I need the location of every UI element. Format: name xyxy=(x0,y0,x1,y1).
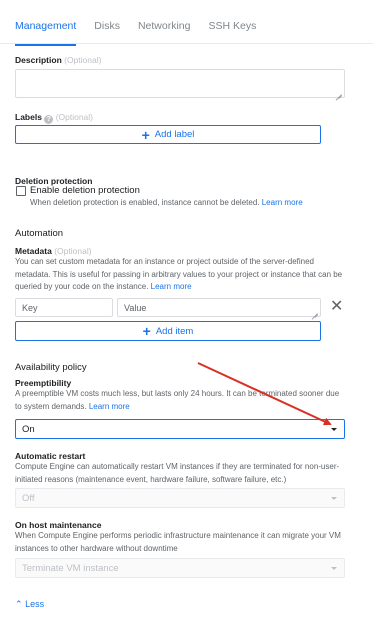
chevron-down-icon xyxy=(331,497,337,500)
add-item-button-text: Add item xyxy=(155,325,194,337)
description-optional: (Optional) xyxy=(64,55,102,65)
automatic-restart-select-value: Off xyxy=(22,492,35,504)
metadata-label: Metadata (Optional) xyxy=(15,246,92,256)
automatic-restart-label: Automatic restart xyxy=(15,451,86,461)
metadata-value-placeholder: Value xyxy=(124,302,147,313)
deletion-learn-more-link[interactable]: Learn more xyxy=(262,198,303,207)
plus-icon: + xyxy=(142,323,151,339)
deletion-help-text: When deletion protection is enabled, ins… xyxy=(30,198,260,207)
add-item-button[interactable]: + Add item xyxy=(15,321,321,341)
deletion-protection-checkbox[interactable] xyxy=(16,186,26,196)
metadata-learn-more-link[interactable]: Learn more xyxy=(151,282,192,291)
metadata-key-input[interactable]: Key xyxy=(15,298,113,317)
preemptibility-learn-more-link[interactable]: Learn more xyxy=(89,402,130,411)
automatic-restart-select: Off xyxy=(15,488,345,508)
description-label-text: Description xyxy=(15,55,62,65)
plus-icon: + xyxy=(141,126,150,143)
deletion-protection-checkbox-label: Enable deletion protection xyxy=(30,185,140,196)
labels-optional: (Optional) xyxy=(55,112,94,122)
deletion-protection-help: When deletion protection is enabled, ins… xyxy=(30,197,303,210)
automatic-restart-help: Compute Engine can automatically restart… xyxy=(15,462,340,484)
on-host-maintenance-select: Terminate VM instance xyxy=(15,558,345,578)
preemptibility-label: Preemptibility xyxy=(15,378,72,388)
metadata-key-placeholder: Key xyxy=(22,302,38,313)
less-toggle[interactable]: ⌃ Less xyxy=(15,599,44,610)
on-host-maintenance-label: On host maintenance xyxy=(15,520,102,530)
add-label-button[interactable]: + Add label xyxy=(15,125,321,144)
metadata-help: You can set custom metadata for an insta… xyxy=(15,256,347,294)
preemptibility-select[interactable]: On xyxy=(15,419,345,439)
preemptibility-select-value: On xyxy=(22,423,35,435)
preemptibility-help-text: A preemptible VM costs much less, but la… xyxy=(15,389,340,411)
preemptibility-help: A preemptible VM costs much less, but la… xyxy=(15,388,347,413)
chevron-down-icon xyxy=(331,428,337,431)
availability-heading: Availability policy xyxy=(15,362,87,373)
on-host-maintenance-help: When Compute Engine performs periodic in… xyxy=(15,531,341,553)
help-icon[interactable]: ? xyxy=(44,115,54,124)
tab-divider xyxy=(0,43,373,44)
chevron-up-icon: ⌃ xyxy=(15,599,23,609)
automation-heading: Automation xyxy=(15,228,64,239)
metadata-optional: (Optional) xyxy=(54,246,92,256)
metadata-value-input[interactable]: Value xyxy=(117,298,321,317)
add-label-button-text: Add label xyxy=(154,129,195,140)
on-host-maintenance-select-value: Terminate VM instance xyxy=(22,562,119,574)
chevron-down-icon xyxy=(331,567,337,570)
less-toggle-label: Less xyxy=(25,599,45,609)
close-icon[interactable]: ✕ xyxy=(330,299,343,315)
labels-label-text: Labels xyxy=(15,112,42,122)
description-label: Description (Optional) xyxy=(15,55,101,65)
description-textarea[interactable] xyxy=(15,69,345,98)
metadata-label-text: Metadata xyxy=(15,246,52,256)
resize-grip-icon[interactable] xyxy=(312,308,318,314)
resize-grip-icon[interactable] xyxy=(336,89,342,95)
labels-label: Labels ? (Optional) xyxy=(15,112,93,124)
